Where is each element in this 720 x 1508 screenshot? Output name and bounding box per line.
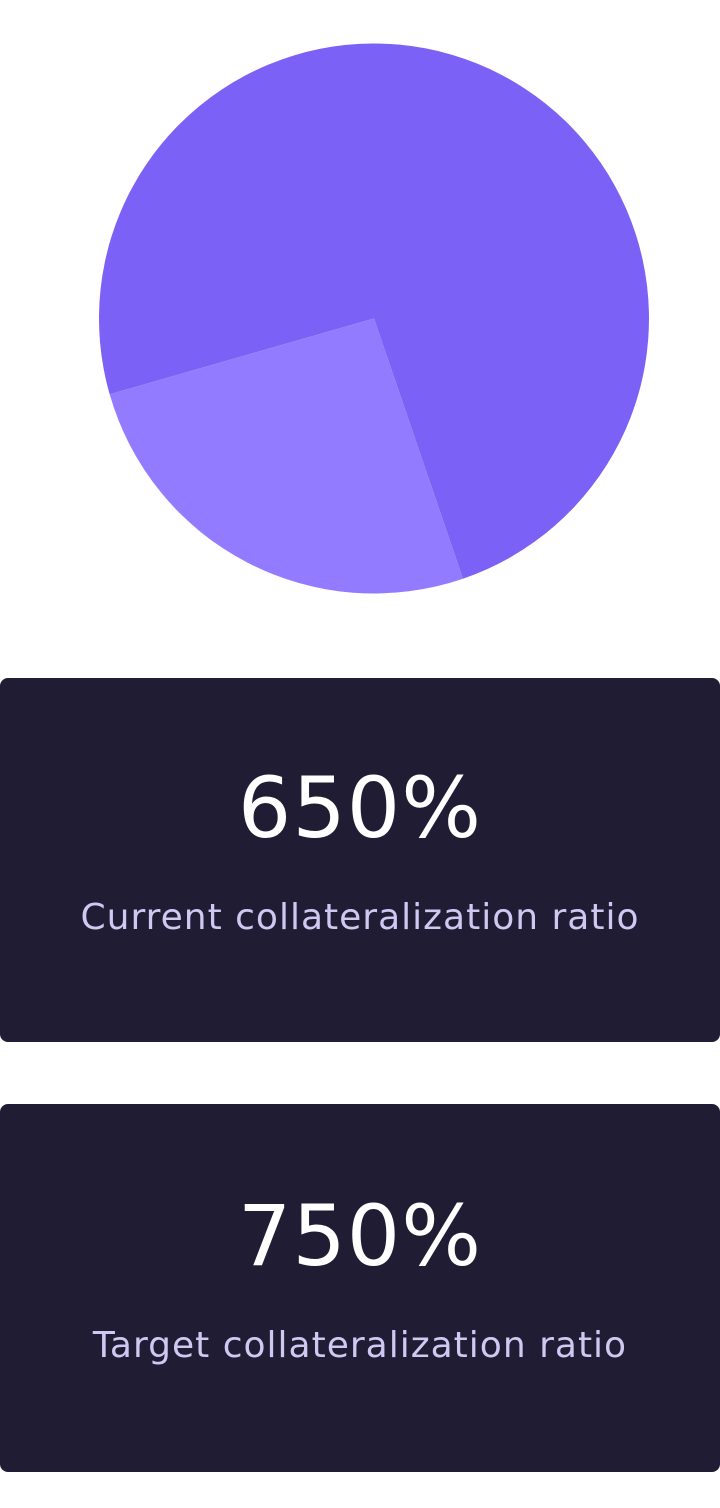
- current-collateralization-value: 650%: [237, 759, 483, 857]
- current-collateralization-label: Current collateralization ratio: [80, 897, 640, 938]
- pie-chart-svg: [99, 43, 649, 594]
- target-collateralization-label: Target collateralization ratio: [92, 1325, 628, 1366]
- current-collateralization-card: 650% Current collateralization ratio: [0, 678, 720, 1042]
- target-collateralization-value: 750%: [237, 1187, 483, 1285]
- collateral-pie-chart: [97, 43, 651, 594]
- target-collateralization-card: 750% Target collateralization ratio: [0, 1104, 720, 1472]
